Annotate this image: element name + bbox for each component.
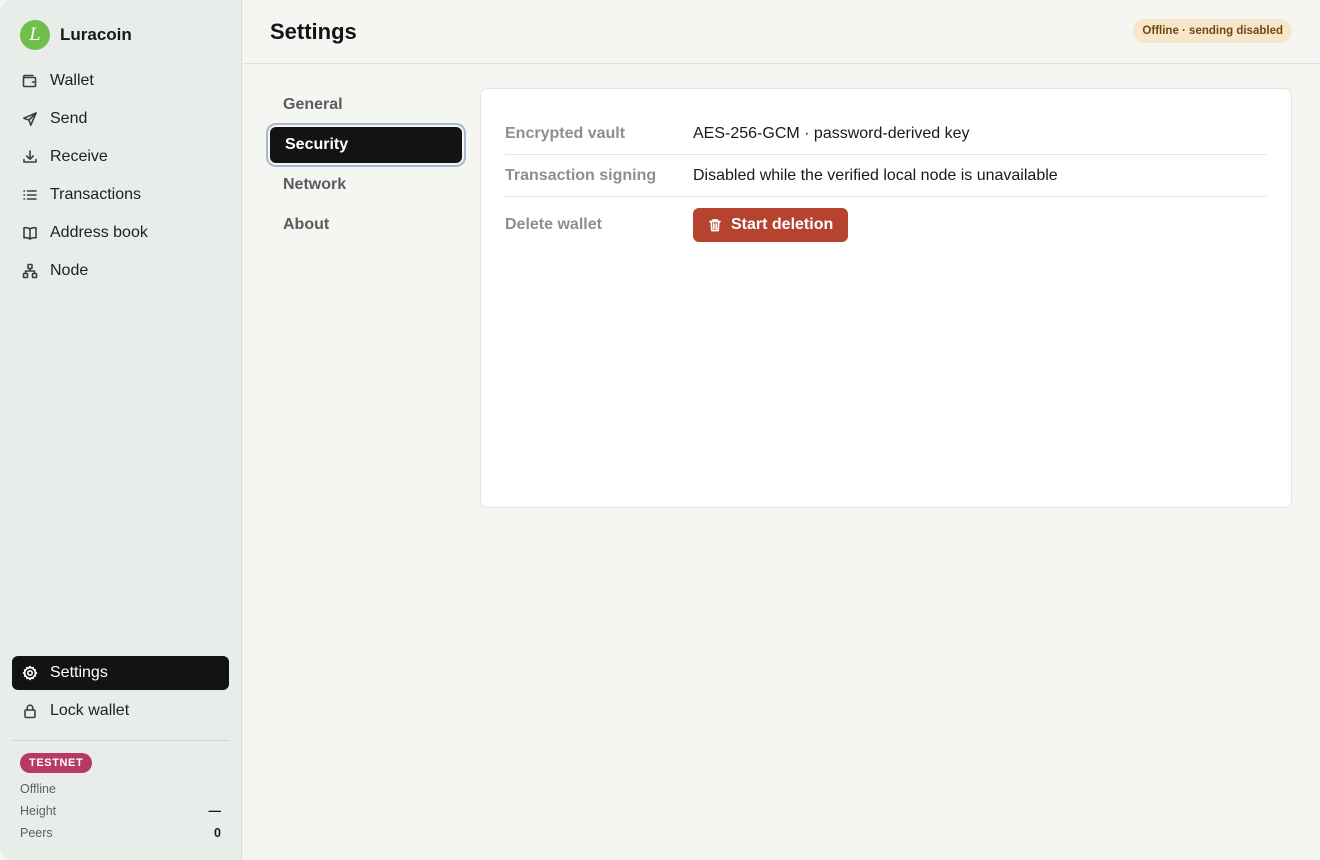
main-content: Settings Offline · sending disabled Gene… — [242, 0, 1320, 860]
height-row: Height — — [20, 804, 222, 818]
sidebar-item-label: Settings — [50, 664, 108, 681]
tab-about[interactable]: About — [268, 205, 464, 245]
sidebar-item-lock-wallet[interactable]: Lock wallet — [12, 694, 229, 728]
settings-rows: Encrypted vault AES-256-GCM · password-d… — [505, 113, 1267, 253]
wallet-icon — [22, 73, 38, 89]
sidebar-item-label: Wallet — [50, 72, 94, 89]
row-value: Disabled while the verified local node i… — [693, 166, 1058, 184]
peers-row: Peers 0 — [20, 826, 221, 840]
app-window: L Luracoin Wallet Send Receive Transacti… — [0, 0, 1320, 860]
tab-network[interactable]: Network — [268, 165, 464, 205]
row-label: Encrypted vault — [505, 124, 626, 142]
sidebar-item-transactions[interactable]: Transactions — [12, 178, 229, 212]
height-label: Height — [20, 804, 57, 818]
page-title: Settings — [270, 19, 357, 44]
settings-row-delete-wallet: Delete wallet Start deletion — [505, 197, 1267, 253]
sidebar-divider — [12, 740, 229, 741]
sidebar-item-wallet[interactable]: Wallet — [12, 64, 229, 98]
header: Settings Offline · sending disabled — [242, 0, 1320, 64]
sidebar-nav: Wallet Send Receive Transactions Address… — [12, 64, 229, 292]
sidebar-item-receive[interactable]: Receive — [12, 140, 229, 174]
settings-nav: General Security Network About — [268, 85, 464, 245]
row-label: Transaction signing — [505, 166, 657, 184]
network-icon — [22, 263, 38, 279]
sidebar-item-settings[interactable]: Settings — [12, 656, 229, 690]
sidebar-item-send[interactable]: Send — [12, 102, 229, 136]
sidebar-item-label: Send — [50, 110, 88, 127]
sidebar-item-label: Receive — [50, 148, 108, 165]
sidebar-item-label: Lock wallet — [50, 702, 130, 719]
gear-icon — [22, 665, 38, 681]
trash-icon — [709, 219, 721, 232]
app-name: Luracoin — [60, 25, 132, 44]
list-icon — [22, 187, 38, 203]
node-status-panel: TESTNET Offline Height — Peers 0 — [20, 753, 222, 840]
sidebar-item-label: Transactions — [50, 186, 141, 203]
connection-status: Offline — [20, 782, 56, 796]
book-icon — [22, 225, 38, 241]
button-label: Start deletion — [731, 216, 834, 233]
peers-label: Peers — [20, 826, 53, 840]
tab-security[interactable]: Security — [270, 127, 462, 163]
status-badge: Offline · sending disabled — [1133, 19, 1292, 43]
peers-value: 0 — [214, 826, 221, 840]
row-value: AES-256-GCM · password-derived key — [693, 124, 970, 142]
sidebar: L Luracoin Wallet Send Receive Transacti… — [0, 0, 242, 860]
sidebar-item-label: Node — [50, 262, 89, 279]
sidebar-bottom-nav: Settings Lock wallet — [12, 656, 229, 732]
height-value: — — [208, 804, 222, 818]
row-label: Delete wallet — [505, 216, 602, 233]
security-settings-card: Encrypted vault AES-256-GCM · password-d… — [480, 88, 1292, 508]
settings-row-transaction-signing: Transaction signing Disabled while the v… — [505, 155, 1267, 197]
lock-icon — [22, 703, 38, 719]
sidebar-item-address-book[interactable]: Address book — [12, 216, 229, 250]
sidebar-item-node[interactable]: Node — [12, 254, 229, 288]
send-icon — [22, 111, 38, 127]
download-icon — [22, 149, 38, 165]
settings-row-encrypted-vault: Encrypted vault AES-256-GCM · password-d… — [505, 113, 1267, 155]
brand: L Luracoin — [20, 20, 132, 50]
tab-general[interactable]: General — [268, 85, 464, 125]
sidebar-item-label: Address book — [50, 224, 148, 241]
testnet-badge: TESTNET — [20, 753, 93, 773]
start-deletion-button[interactable]: Start deletion — [693, 208, 849, 242]
luracoin-logo-icon: L — [20, 20, 50, 50]
